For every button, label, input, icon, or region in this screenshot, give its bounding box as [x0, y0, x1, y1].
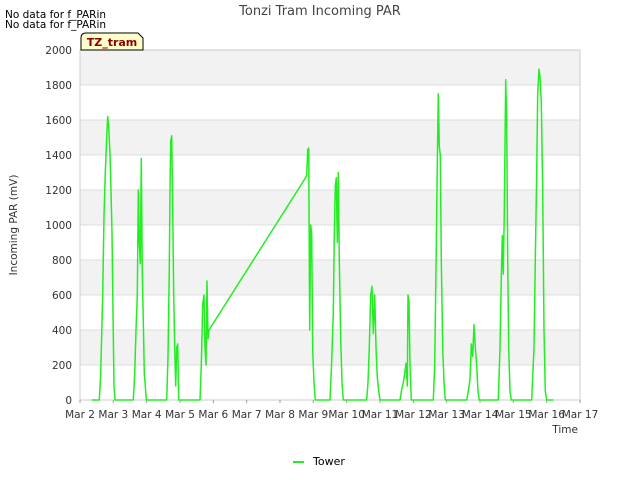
no-data-note-2: No data for f_PARin [5, 19, 106, 31]
station-badge: TZ_tram [80, 32, 144, 51]
y-tick-label: 200 [52, 360, 72, 372]
y-tick-label: 1600 [45, 115, 72, 127]
chart-title: Tonzi Tram Incoming PAR [238, 4, 401, 19]
y-tick-label: 1000 [45, 220, 72, 232]
x-tick-label: Mar 14 [462, 409, 499, 421]
y-tick-label: 0 [65, 395, 72, 407]
x-tick-label: Mar 4 [132, 409, 162, 421]
y-tick-label: 400 [52, 325, 72, 337]
legend-label-tower: Tower [312, 455, 345, 468]
x-tick-label: Mar 11 [362, 409, 399, 421]
x-tick-label: Mar 3 [98, 409, 128, 421]
y-tick-label: 600 [52, 290, 72, 302]
x-tick-label: Mar 17 [562, 409, 599, 421]
y-tick-label: 2000 [45, 45, 72, 57]
y-tick-label: 1200 [45, 185, 72, 197]
background-band [80, 330, 580, 365]
x-tick-label: Mar 16 [528, 409, 565, 421]
x-tick-label: Mar 9 [298, 409, 328, 421]
station-badge-label: TZ_tram [87, 36, 138, 49]
x-tick-label: Mar 10 [328, 409, 365, 421]
chart-canvas: 0 200 400 600 800 1000 1200 1400 1600 1800 2000 Ma… [5, 4, 598, 468]
y-axis: 0 200 400 600 800 1000 1200 1400 1600 1800 2000 [45, 45, 72, 407]
x-tick-label: Mar 12 [395, 409, 432, 421]
x-tick-label: Mar 13 [428, 409, 465, 421]
y-axis-title: Incoming PAR (mV) [8, 175, 20, 276]
y-tick-label: 800 [52, 255, 72, 267]
x-tick-label: Mar 5 [165, 409, 195, 421]
y-tick-label: 1400 [45, 150, 72, 162]
background-band [80, 260, 580, 295]
x-tick-label: Mar 15 [495, 409, 532, 421]
y-tick-label: 1800 [45, 80, 72, 92]
x-tick-label: Mar 6 [198, 409, 228, 421]
x-axis: Mar 2 Mar 3 Mar 4 Mar 5 Mar 6 Mar 7 Mar 8 Mar 9… [65, 400, 598, 421]
x-tick-label: Mar 7 [232, 409, 262, 421]
x-axis-title: Time [551, 424, 578, 436]
legend: Tower [293, 455, 345, 468]
x-tick-label: Mar 2 [65, 409, 95, 421]
x-tick-label: Mar 8 [265, 409, 295, 421]
